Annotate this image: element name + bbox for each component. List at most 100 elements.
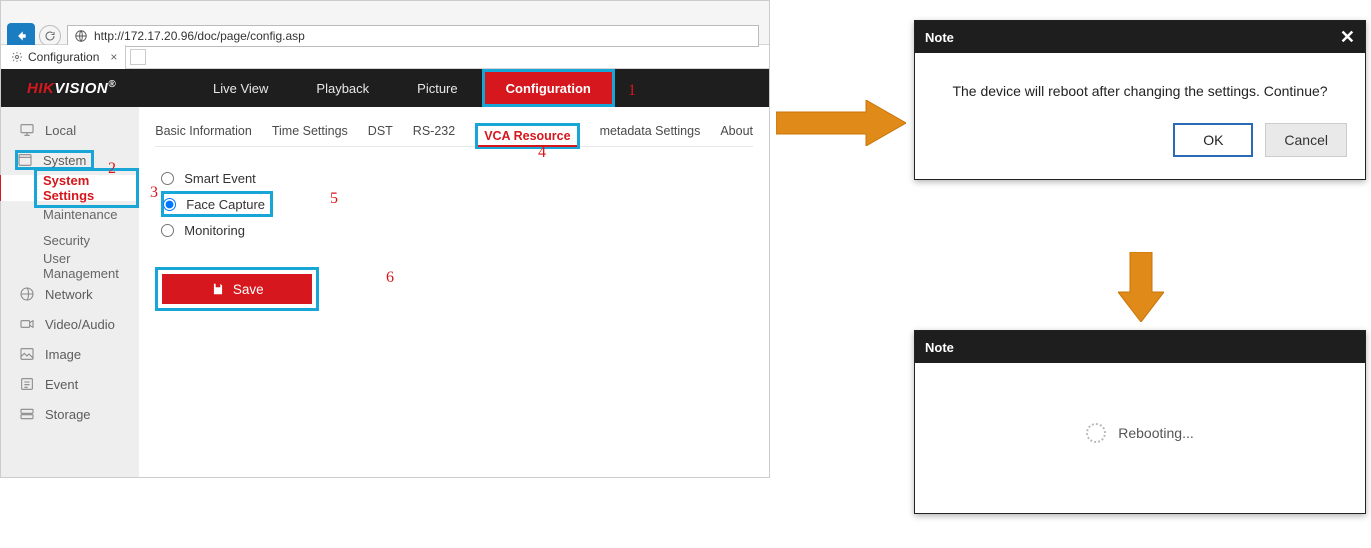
- rebooting-text: Rebooting...: [1118, 425, 1194, 441]
- sidebar-sub-system-settings[interactable]: System Settings: [0, 175, 139, 201]
- monitor-icon: [19, 122, 35, 138]
- ok-button[interactable]: OK: [1173, 123, 1253, 157]
- cancel-button[interactable]: Cancel: [1265, 123, 1347, 157]
- sidebar-item-local[interactable]: Local: [1, 115, 139, 145]
- sidebar: Local System System Settings Maintenance…: [1, 107, 139, 477]
- browser-window: http://172.17.20.96/doc/page/config.asp …: [0, 0, 770, 478]
- subtabs: Basic Information Time Settings DST RS-2…: [155, 119, 753, 147]
- dialog-message: The device will reboot after changing th…: [915, 53, 1365, 123]
- annotation-1: 1: [628, 82, 636, 100]
- sidebar-item-video-audio[interactable]: Video/Audio: [1, 309, 139, 339]
- save-icon: [211, 282, 225, 296]
- vca-radio-group: Smart Event Face Capture Monitoring: [161, 165, 753, 243]
- arrow-right-icon: [776, 100, 906, 146]
- browser-tab-configuration[interactable]: Configuration ×: [1, 45, 126, 69]
- list-icon: [19, 376, 35, 392]
- arrow-down-icon: [1118, 252, 1164, 322]
- annotation-4: 4: [538, 144, 546, 162]
- browser-tab-label: Configuration: [28, 50, 99, 64]
- save-highlight: Save: [155, 267, 319, 311]
- sidebar-sub-label: System Settings: [43, 173, 94, 203]
- annotation-6: 6: [386, 269, 394, 287]
- subtab-label: Basic Information: [155, 124, 252, 138]
- topnav-label: Configuration: [506, 81, 591, 96]
- sidebar-label: Network: [45, 287, 93, 302]
- dialog-footer: OK Cancel: [915, 123, 1365, 179]
- globe-icon: [74, 29, 88, 43]
- camera-icon: [19, 316, 35, 332]
- subtab-basic-information[interactable]: Basic Information: [155, 124, 252, 146]
- subtab-label: Time Settings: [272, 124, 348, 138]
- radio-face-capture[interactable]: Face Capture: [161, 191, 273, 217]
- dialog-header: Note ✕: [915, 21, 1365, 53]
- brand-reg: ®: [108, 79, 116, 90]
- subtab-label: VCA Resource: [484, 129, 570, 143]
- brand-logo: HIKVISION®: [1, 79, 189, 97]
- rebooting-dialog: Note Rebooting...: [914, 330, 1366, 514]
- sidebar-label: Local: [45, 123, 76, 138]
- sidebar-sub-user-management[interactable]: User Management: [1, 253, 139, 279]
- close-icon[interactable]: ✕: [1340, 27, 1355, 48]
- subtab-time-settings[interactable]: Time Settings: [272, 124, 348, 146]
- dialog-title: Note: [925, 340, 954, 355]
- save-button-label: Save: [233, 282, 264, 297]
- subtab-dst[interactable]: DST: [368, 124, 393, 146]
- sidebar-item-image[interactable]: Image: [1, 339, 139, 369]
- topnav-label: Live View: [213, 81, 268, 96]
- tab-close-icon[interactable]: ×: [110, 50, 117, 64]
- sidebar-label: Video/Audio: [45, 317, 115, 332]
- topnav-label: Picture: [417, 81, 457, 96]
- topnav-picture[interactable]: Picture: [393, 69, 481, 107]
- subtab-rs232[interactable]: RS-232: [413, 124, 455, 146]
- radio-input[interactable]: [161, 172, 174, 185]
- radio-input[interactable]: [163, 198, 176, 211]
- dialog-header: Note: [915, 331, 1365, 363]
- brand-vision: VISION: [54, 80, 108, 97]
- confirm-dialog: Note ✕ The device will reboot after chan…: [914, 20, 1366, 180]
- image-icon: [19, 346, 35, 362]
- sidebar-sub-label: Security: [43, 233, 90, 248]
- subtab-label: RS-232: [413, 124, 455, 138]
- annotation-2: 2: [108, 160, 116, 178]
- radio-label: Face Capture: [186, 197, 265, 212]
- save-button[interactable]: Save: [162, 274, 312, 304]
- topnav-live-view[interactable]: Live View: [189, 69, 292, 107]
- radio-smart-event[interactable]: Smart Event: [161, 165, 753, 191]
- topnav-configuration[interactable]: Configuration: [482, 69, 615, 107]
- new-tab-button[interactable]: [130, 49, 146, 65]
- sidebar-sub-label: Maintenance: [43, 207, 117, 222]
- sidebar-item-event[interactable]: Event: [1, 369, 139, 399]
- ok-label: OK: [1203, 132, 1223, 148]
- main-panel: Basic Information Time Settings DST RS-2…: [139, 107, 769, 477]
- radio-input[interactable]: [161, 224, 174, 237]
- subtab-label: DST: [368, 124, 393, 138]
- sidebar-sub-label: User Management: [43, 251, 139, 281]
- subtab-about[interactable]: About: [720, 124, 753, 146]
- radio-label: Smart Event: [184, 171, 256, 186]
- brand-hik: HIK: [27, 80, 54, 97]
- browser-chrome: http://172.17.20.96/doc/page/config.asp: [1, 1, 769, 45]
- sidebar-label: Storage: [45, 407, 91, 422]
- gear-icon: [11, 51, 23, 63]
- storage-icon: [19, 406, 35, 422]
- url-bar[interactable]: http://172.17.20.96/doc/page/config.asp: [67, 25, 759, 47]
- url-text: http://172.17.20.96/doc/page/config.asp: [94, 29, 305, 43]
- subtab-metadata-settings[interactable]: metadata Settings: [600, 124, 701, 146]
- dialog-title: Note: [925, 30, 954, 45]
- topnav-label: Playback: [316, 81, 369, 96]
- subtab-vca-resource[interactable]: VCA Resource: [475, 123, 579, 149]
- app-root: HIKVISION® Live View Playback Picture Co…: [1, 69, 769, 477]
- top-nav: HIKVISION® Live View Playback Picture Co…: [1, 69, 769, 107]
- cancel-label: Cancel: [1284, 132, 1328, 148]
- sidebar-item-storage[interactable]: Storage: [1, 399, 139, 429]
- dialog-body: Rebooting...: [915, 363, 1365, 513]
- tab-strip: Configuration ×: [1, 45, 769, 69]
- subtab-label: About: [720, 124, 753, 138]
- globe-icon: [19, 286, 35, 302]
- sidebar-item-network[interactable]: Network: [1, 279, 139, 309]
- radio-monitoring[interactable]: Monitoring: [161, 217, 753, 243]
- topnav-playback[interactable]: Playback: [292, 69, 393, 107]
- sidebar-sub-security[interactable]: Security: [1, 227, 139, 253]
- subtab-label: metadata Settings: [600, 124, 701, 138]
- annotation-3: 3: [150, 184, 158, 202]
